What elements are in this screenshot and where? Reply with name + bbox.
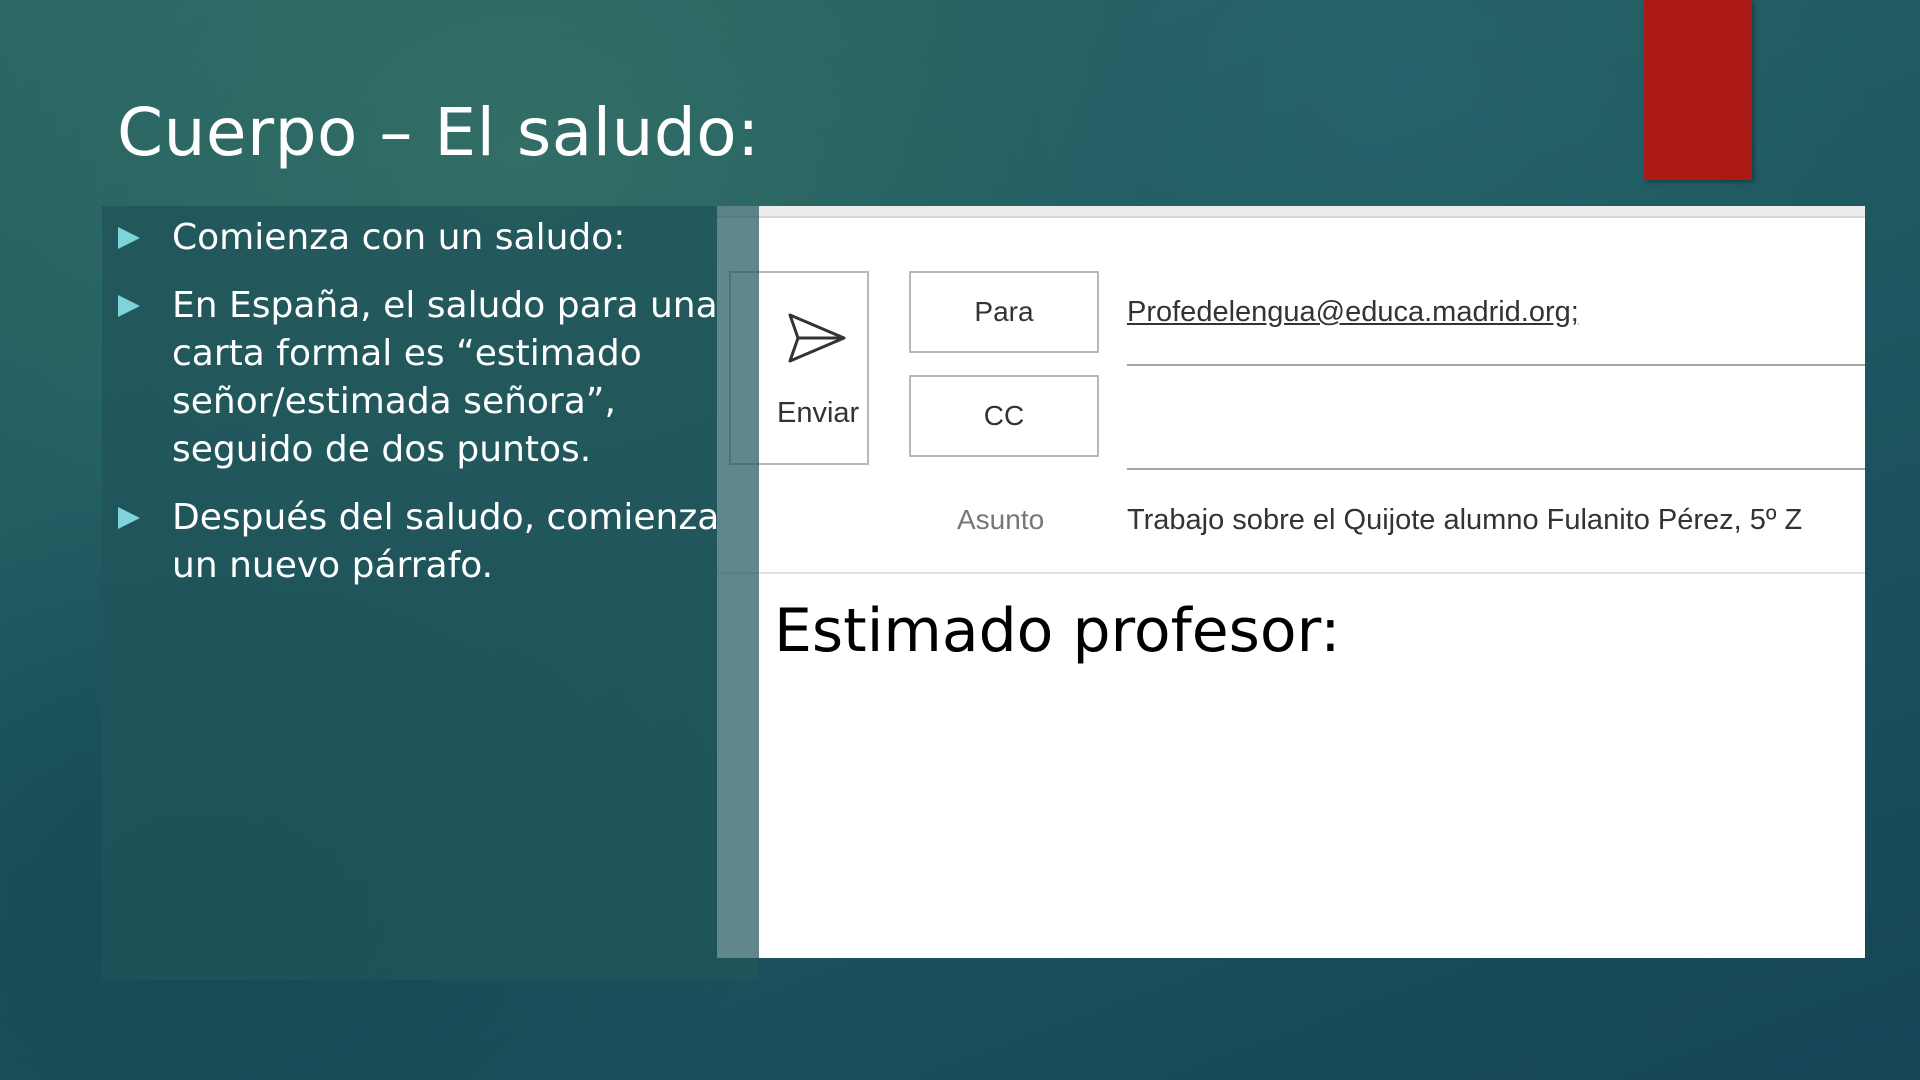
bullet-text: En España, el saludo para una carta form…	[172, 285, 718, 470]
subject-label: Asunto	[957, 504, 1045, 535]
bullet-text: Después del saludo, comienza un nuevo pá…	[172, 497, 720, 586]
bullet-item: Después del saludo, comienza un nuevo pá…	[118, 494, 738, 590]
cc-field-underline	[1127, 468, 1865, 470]
slide-title: Cuerpo – El saludo:	[117, 94, 760, 171]
bullet-triangle-icon	[118, 507, 140, 529]
overlap-strip	[717, 206, 759, 958]
send-icon	[788, 313, 846, 363]
bullet-triangle-icon	[118, 295, 140, 317]
bullet-text: Comienza con un saludo:	[172, 217, 626, 258]
toolbar-edge	[717, 206, 1865, 218]
email-compose-screenshot: Enviar Para CC Profedelengua@educa.madri…	[717, 206, 1865, 958]
cc-button[interactable]: CC	[909, 375, 1099, 457]
message-body[interactable]: Estimado profesor:	[774, 596, 1340, 666]
subject-field[interactable]: Trabajo sobre el Quijote alumno Fulanito…	[1127, 504, 1802, 537]
to-button[interactable]: Para	[909, 271, 1099, 353]
bullet-list: Comienza con un saludo: En España, el sa…	[118, 214, 738, 610]
header-separator	[717, 572, 1865, 574]
send-label: Enviar	[777, 397, 860, 429]
bullet-item: En España, el saludo para una carta form…	[118, 282, 738, 474]
accent-bar	[1644, 0, 1752, 180]
to-field-underline	[1127, 364, 1865, 366]
bullet-item: Comienza con un saludo:	[118, 214, 738, 262]
to-field[interactable]: Profedelengua@educa.madrid.org;	[1127, 296, 1579, 329]
bullet-triangle-icon	[118, 227, 140, 249]
